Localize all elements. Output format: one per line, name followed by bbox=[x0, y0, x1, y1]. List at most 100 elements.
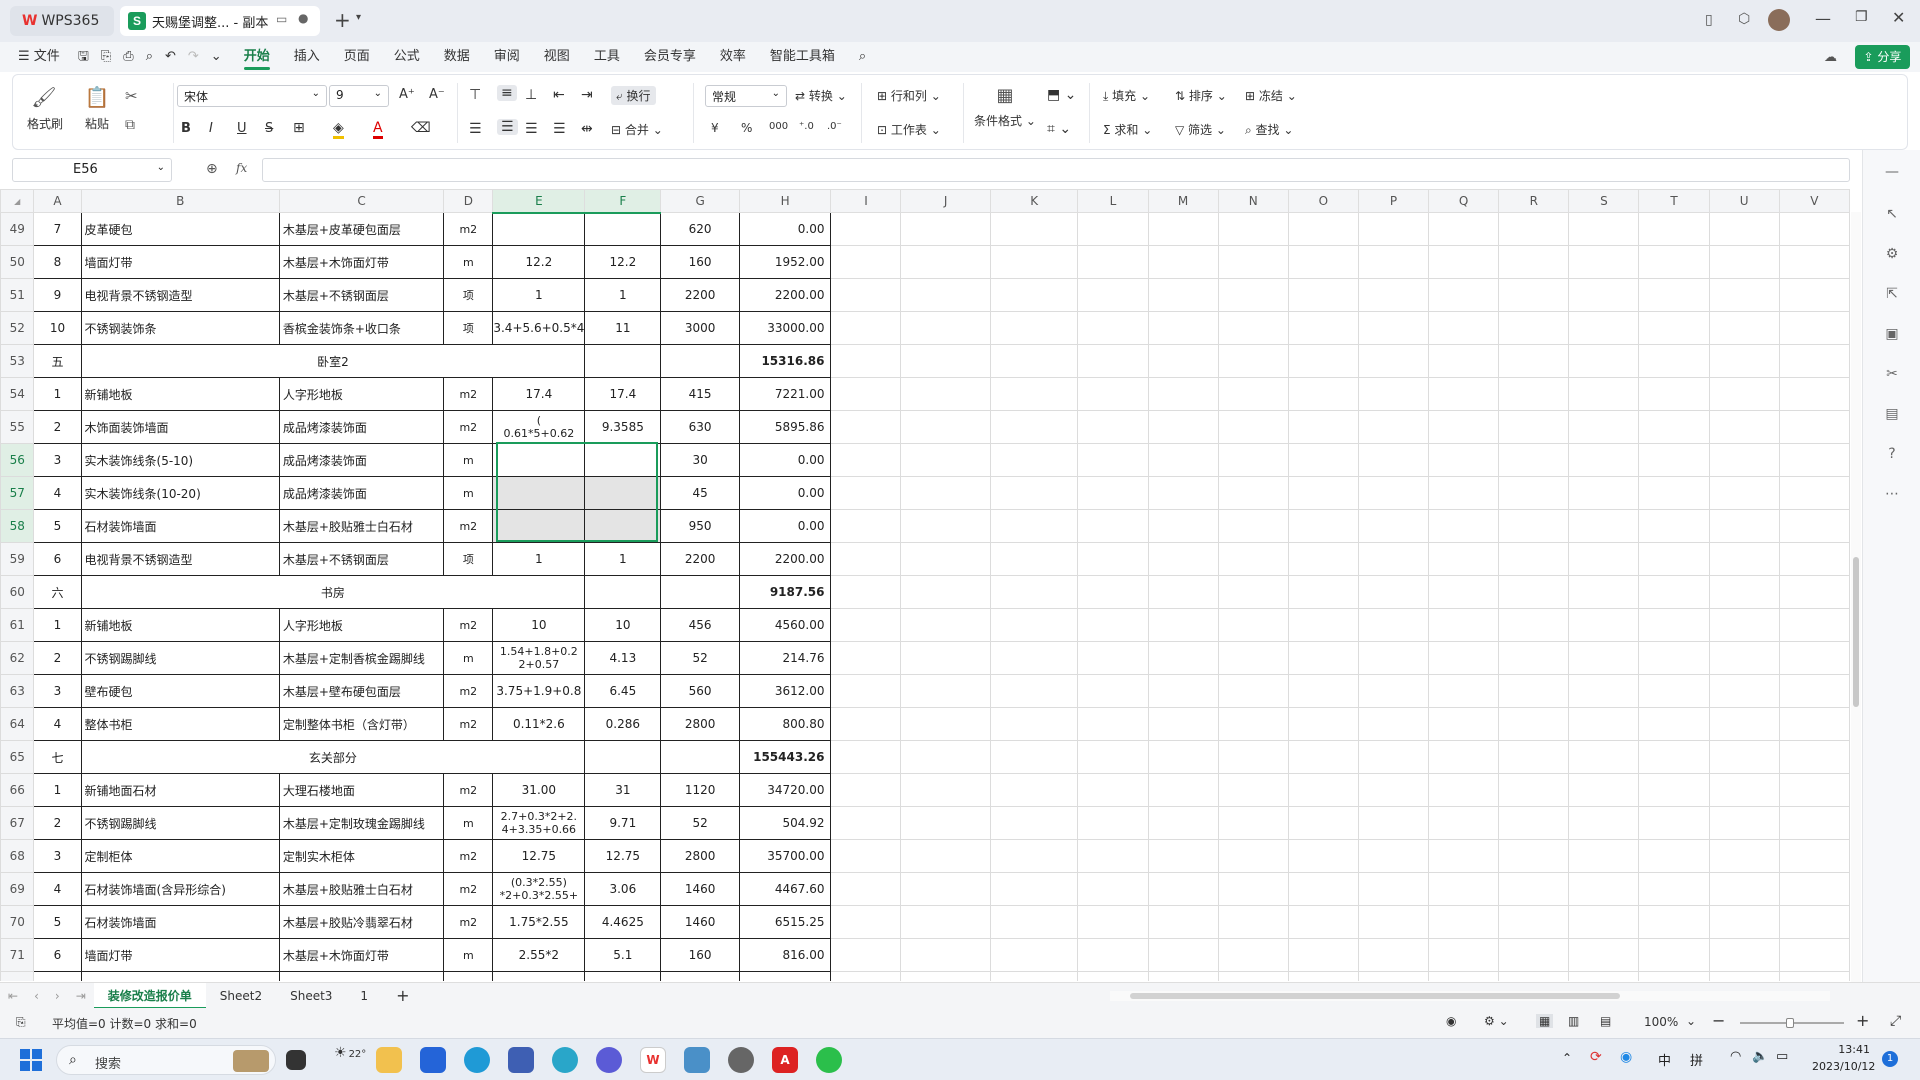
menu-page[interactable]: 页面 bbox=[332, 42, 382, 72]
empty-cell[interactable] bbox=[1147, 443, 1219, 477]
empty-cell[interactable] bbox=[1147, 773, 1219, 807]
empty-cell[interactable] bbox=[1428, 443, 1500, 477]
row-header[interactable]: 65 bbox=[0, 740, 35, 774]
decrease-font-icon[interactable]: A⁻ bbox=[429, 87, 445, 102]
empty-cell[interactable] bbox=[1638, 872, 1710, 906]
row-header[interactable]: 59 bbox=[0, 542, 35, 576]
cell-h[interactable]: 33000.00 bbox=[738, 311, 832, 345]
cell-b[interactable] bbox=[80, 971, 280, 981]
cell-d[interactable]: 项 bbox=[443, 278, 494, 312]
vertical-scrollbar[interactable] bbox=[1851, 212, 1861, 982]
tab-dropdown-icon[interactable]: ▾ bbox=[356, 12, 361, 23]
empty-cell[interactable] bbox=[1428, 476, 1500, 510]
empty-cell[interactable] bbox=[1498, 476, 1570, 510]
cell-c[interactable]: 成品烤漆装饰面 bbox=[278, 410, 445, 444]
cell-b[interactable]: 石材装饰墙面 bbox=[80, 905, 280, 939]
empty-cell[interactable] bbox=[900, 872, 991, 906]
empty-cell[interactable] bbox=[1568, 377, 1640, 411]
empty-cell[interactable] bbox=[1357, 905, 1430, 939]
page-layout-icon[interactable]: ▥ bbox=[1568, 1014, 1579, 1028]
cell-d[interactable]: m bbox=[443, 245, 494, 279]
align-bottom-icon[interactable]: ⊥ bbox=[525, 87, 537, 103]
cell-b[interactable]: 实木装饰线条(10-20) bbox=[80, 476, 280, 510]
empty-cell[interactable] bbox=[1428, 971, 1500, 981]
empty-cell[interactable] bbox=[1568, 212, 1640, 246]
cell-h[interactable]: 800.80 bbox=[738, 707, 832, 741]
empty-cell[interactable] bbox=[1077, 905, 1149, 939]
cell-a[interactable]: 6 bbox=[33, 938, 82, 972]
empty-cell[interactable] bbox=[1077, 443, 1149, 477]
cell-c[interactable]: 木基层+胶贴雅士白石材 bbox=[278, 509, 445, 543]
cell-a[interactable]: 1 bbox=[33, 377, 82, 411]
empty-cell[interactable] bbox=[1217, 443, 1289, 477]
empty-cell[interactable] bbox=[1077, 674, 1149, 708]
cell-h[interactable]: 0.00 bbox=[738, 212, 832, 246]
cell-f[interactable]: 31 bbox=[584, 773, 662, 807]
cell-c[interactable]: 人字形地板 bbox=[278, 608, 445, 642]
empty-cell[interactable] bbox=[1428, 608, 1500, 642]
cell-d[interactable]: m bbox=[443, 641, 494, 675]
cell-c[interactable]: 木基层+不锈钢面层 bbox=[278, 542, 445, 576]
empty-cell[interactable] bbox=[1147, 839, 1219, 873]
cell-f[interactable]: 9.3585 bbox=[584, 410, 662, 444]
store-icon[interactable] bbox=[508, 1047, 534, 1073]
next-sheet-icon[interactable]: › bbox=[47, 983, 68, 1009]
empty-cell[interactable] bbox=[1287, 443, 1359, 477]
empty-cell[interactable] bbox=[1778, 740, 1850, 774]
thousands-icon[interactable]: 000 bbox=[769, 121, 788, 132]
table-style-icon[interactable]: ⌗ ⌄ bbox=[1047, 121, 1071, 137]
empty-cell[interactable] bbox=[1568, 806, 1640, 840]
cell-h[interactable]: 9187.56 bbox=[738, 575, 832, 609]
underline-button[interactable]: U bbox=[237, 121, 247, 136]
cell-d[interactable]: m2 bbox=[443, 707, 494, 741]
chart-app-icon[interactable] bbox=[684, 1047, 710, 1073]
empty-cell[interactable] bbox=[1147, 542, 1219, 576]
empty-cell[interactable] bbox=[830, 806, 902, 840]
sheet-tab-sheet2[interactable]: Sheet2 bbox=[206, 983, 276, 1009]
ime-chinese[interactable]: 中 bbox=[1658, 1050, 1671, 1069]
row-header[interactable]: 60 bbox=[0, 575, 35, 609]
empty-cell[interactable] bbox=[1357, 575, 1430, 609]
collapse-icon[interactable]: — bbox=[1883, 164, 1901, 182]
cell-a[interactable]: 4 bbox=[33, 872, 82, 906]
cell-c[interactable]: 木基层+木饰面灯带 bbox=[278, 938, 445, 972]
empty-cell[interactable] bbox=[1077, 575, 1149, 609]
empty-cell[interactable] bbox=[900, 938, 991, 972]
cell-h[interactable]: 5895.86 bbox=[738, 410, 832, 444]
align-middle-icon[interactable]: ≡ bbox=[497, 85, 517, 101]
empty-cell[interactable] bbox=[1568, 872, 1640, 906]
pdf-app-icon[interactable]: A bbox=[772, 1047, 798, 1073]
row-header[interactable]: 64 bbox=[0, 707, 35, 741]
menu-smart-tools[interactable]: 智能工具箱 bbox=[758, 42, 847, 72]
cell-e[interactable]: (0.66*2.55 bbox=[492, 971, 586, 981]
cell-g[interactable]: 3000 bbox=[660, 311, 740, 345]
empty-cell[interactable] bbox=[900, 212, 991, 246]
empty-cell[interactable] bbox=[1357, 311, 1430, 345]
cell-g[interactable]: 456 bbox=[660, 608, 740, 642]
last-sheet-icon[interactable]: ⇥ bbox=[68, 983, 94, 1009]
empty-cell[interactable] bbox=[1147, 278, 1219, 312]
empty-cell[interactable] bbox=[900, 740, 991, 774]
wrap-text-button[interactable]: ⤶ 换行 bbox=[611, 86, 656, 105]
row-header[interactable]: 54 bbox=[0, 377, 35, 411]
empty-cell[interactable] bbox=[1217, 410, 1289, 444]
empty-cell[interactable] bbox=[1428, 806, 1500, 840]
row-header[interactable]: 57 bbox=[0, 476, 35, 510]
cell-b[interactable]: 新铺地板 bbox=[80, 608, 280, 642]
cell-b[interactable]: 皮革硬包 bbox=[80, 212, 280, 246]
cell-blank[interactable] bbox=[584, 344, 662, 378]
empty-cell[interactable] bbox=[1708, 377, 1780, 411]
column-header-s[interactable]: S bbox=[1568, 189, 1640, 213]
cell-h[interactable]: 0.00 bbox=[738, 509, 832, 543]
empty-cell[interactable] bbox=[830, 509, 902, 543]
clock-time[interactable]: 13:41 bbox=[1824, 1043, 1870, 1056]
document-tab[interactable]: S 天赐堡调整... - 副本 ▭ ● bbox=[120, 6, 320, 36]
empty-cell[interactable] bbox=[1708, 212, 1780, 246]
empty-cell[interactable] bbox=[1778, 476, 1850, 510]
row-header[interactable]: 58 bbox=[0, 509, 35, 543]
empty-cell[interactable] bbox=[989, 344, 1079, 378]
empty-cell[interactable] bbox=[1147, 806, 1219, 840]
align-left-icon[interactable]: ☰ bbox=[469, 121, 482, 137]
cell-a[interactable]: 4 bbox=[33, 707, 82, 741]
cell-e[interactable]: 3.4+5.6+0.5*4 bbox=[492, 311, 586, 345]
